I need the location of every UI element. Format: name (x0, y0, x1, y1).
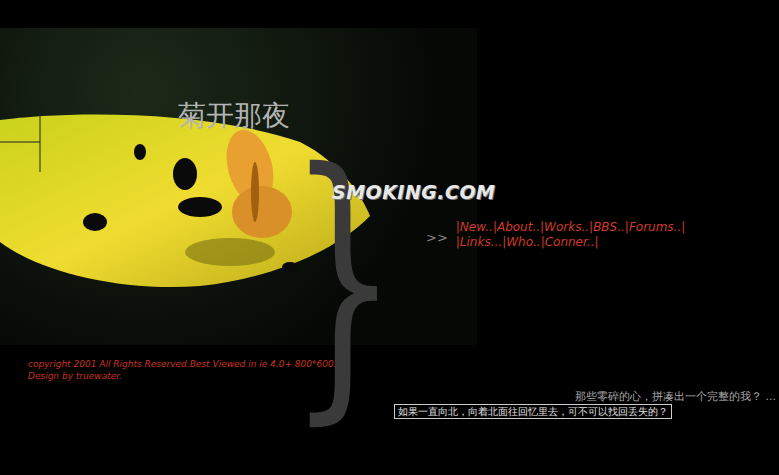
nav-link[interactable]: BBS.. (593, 220, 625, 235)
splash-page: }菊开那夜 SMOKING.COM >> |New..|About..|Works..… (0, 0, 779, 475)
nav-link[interactable]: About.. (497, 220, 540, 235)
nav-marker: >> (426, 228, 448, 248)
nav-row: |Links...|Who..|Conner..| (456, 235, 686, 250)
page-title: 菊开那夜 (178, 98, 290, 133)
nav-link[interactable]: Forums.. (629, 220, 681, 235)
butterfly-icon (219, 125, 292, 238)
credit: Design by truewater. (28, 370, 337, 382)
nav-row: |New..|About..|Works..|BBS..|Forums..| (456, 220, 686, 235)
nav-link[interactable]: Who.. (506, 235, 540, 250)
nav-link[interactable]: Links... (460, 235, 502, 250)
copyright: copyright 2001 All Rights Reserved.Best … (28, 358, 337, 370)
site-logo[interactable]: SMOKING.COM (332, 178, 495, 207)
nav-link[interactable]: Works.. (544, 220, 589, 235)
nav-menu: >> |New..|About..|Works..|BBS..|Forums..|… (426, 220, 685, 250)
quote-box: 如果一直向北，向着北面往回忆里去，可不可以找回丢失的？ (394, 404, 672, 419)
footer: copyright 2001 All Rights Reserved.Best … (28, 358, 337, 382)
decorative-brace: } (288, 135, 399, 425)
quote-line: 那些零碎的心，拼凑出一个完整的我？ ... (575, 390, 776, 403)
nav-link[interactable]: New.. (460, 220, 493, 235)
nav-link[interactable]: Conner.. (545, 235, 595, 250)
